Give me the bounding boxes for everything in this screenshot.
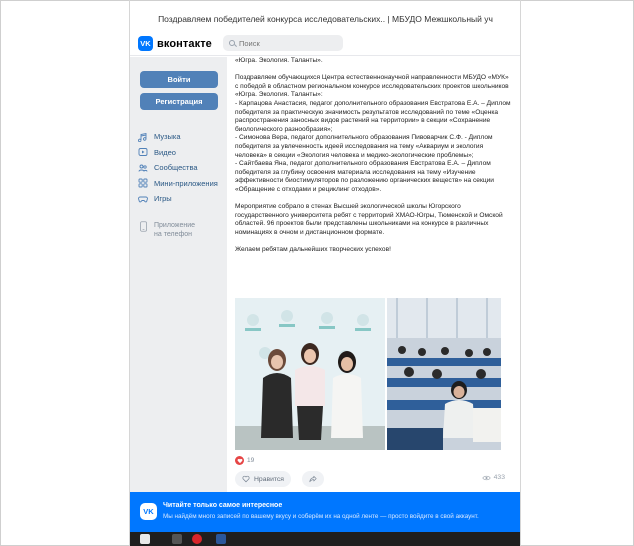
- phone-icon: [138, 221, 148, 235]
- sidebar-item-mini-apps[interactable]: Мини-приложения: [138, 176, 218, 192]
- reactions-count: 19: [247, 457, 255, 464]
- communities-icon: [138, 163, 148, 173]
- page-right-border: [520, 0, 521, 546]
- post-photo-1[interactable]: [235, 298, 385, 450]
- taskbar-app-icon[interactable]: [172, 534, 182, 544]
- phone-app-link[interactable]: Приложение на телефон: [138, 221, 195, 239]
- post-photos: [235, 298, 501, 450]
- views-counter: 433: [482, 474, 505, 481]
- word-icon[interactable]: [216, 534, 226, 544]
- search-box[interactable]: [223, 35, 343, 51]
- photo-1-illustration: [235, 298, 385, 450]
- yandex-browser-icon[interactable]: [192, 534, 202, 544]
- register-button[interactable]: Регистрация: [140, 93, 218, 110]
- post-text: «Югра. Экология. Таланты». Поздравляем о…: [235, 57, 513, 263]
- vk-header: VK вконтакте: [130, 30, 520, 56]
- banner-subtitle: Мы найдём много записей по вашему вкусу …: [163, 513, 479, 520]
- sidebar-menu: Музыка Видео Сообщества Мини-приложения …: [138, 129, 218, 207]
- window-title: Поздравляем победителей конкурса исследо…: [158, 14, 493, 24]
- vk-logo-text: вконтакте: [157, 37, 212, 50]
- post-card: «Югра. Экология. Таланты». Поздравляем о…: [227, 57, 520, 492]
- phone-app-line2: на телефон: [154, 231, 192, 238]
- video-icon: [138, 147, 148, 157]
- post-paragraph: Желаем ребятам дальнейших творческих усп…: [235, 246, 391, 254]
- sidebar-item-label: Мини-приложения: [154, 178, 218, 188]
- post-paragraph: Мероприятие собрало в стенах Высшей экол…: [235, 203, 503, 236]
- search-icon: [229, 40, 235, 46]
- signin-banner[interactable]: VK Читайте только самое интересное Мы на…: [130, 492, 520, 532]
- taskbar-file-icon[interactable]: [140, 534, 150, 544]
- vk-banner-logo-icon: VK: [140, 503, 157, 520]
- like-button[interactable]: Нравится: [235, 471, 291, 487]
- sidebar-item-video[interactable]: Видео: [138, 145, 218, 161]
- banner-title: Читайте только самое интересное: [163, 502, 283, 509]
- sidebar-item-label: Видео: [154, 147, 176, 157]
- vk-logo-icon: VK: [138, 36, 153, 51]
- heart-icon: [242, 475, 250, 483]
- mini-apps-icon: [138, 178, 148, 188]
- sidebar-item-communities[interactable]: Сообщества: [138, 160, 218, 176]
- eye-icon: [482, 475, 491, 480]
- os-taskbar: [130, 532, 520, 546]
- like-label: Нравится: [254, 475, 284, 483]
- views-count: 433: [493, 474, 505, 481]
- games-icon: [138, 194, 148, 204]
- share-icon: [309, 475, 317, 483]
- music-icon: [138, 132, 148, 142]
- post-photo-2[interactable]: [387, 298, 501, 450]
- post-actions: Нравится 433: [235, 471, 505, 487]
- sidebar-item-games[interactable]: Игры: [138, 191, 218, 207]
- sidebar-item-label: Игры: [154, 194, 172, 204]
- post-reactions[interactable]: 19: [235, 456, 254, 465]
- search-input[interactable]: [239, 38, 329, 48]
- left-sidebar: Войти Регистрация Музыка Видео Сообществ…: [130, 57, 227, 492]
- vk-logo[interactable]: VK вконтакте: [138, 36, 212, 51]
- post-paragraph: Поздравляем обучающихся Центра естествен…: [235, 74, 511, 193]
- share-button[interactable]: [302, 471, 324, 487]
- photo-2-illustration: [387, 298, 501, 450]
- heart-reaction-icon: [235, 456, 244, 465]
- sidebar-item-label: Музыка: [154, 132, 181, 142]
- phone-app-line1: Приложение: [154, 222, 196, 229]
- post-paragraph: «Югра. Экология. Таланты».: [235, 57, 323, 64]
- sidebar-item-label: Сообщества: [154, 163, 198, 173]
- login-button[interactable]: Войти: [140, 71, 218, 88]
- sidebar-item-music[interactable]: Музыка: [138, 129, 218, 145]
